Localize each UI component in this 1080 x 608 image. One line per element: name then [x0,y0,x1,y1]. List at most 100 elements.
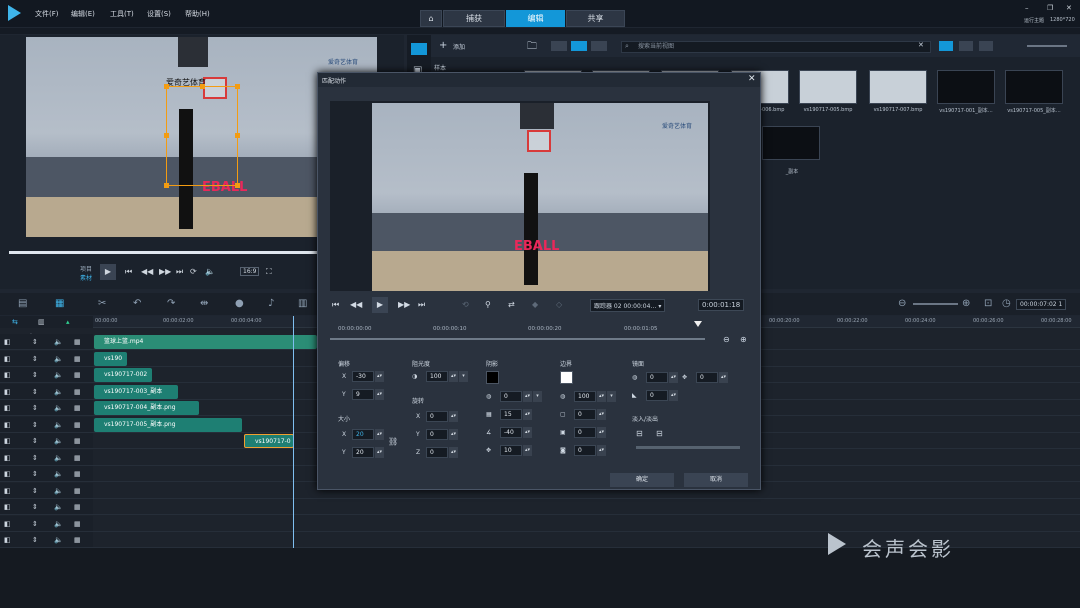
skip-start-icon[interactable]: ⏮ [125,267,132,277]
opacity-field[interactable]: 100 [426,371,448,382]
selection-box[interactable] [166,86,238,186]
timeline-clip[interactable]: vs190717-003_副本 [94,384,178,399]
shadow-color-swatch[interactable] [486,371,499,384]
shadow-field-2[interactable]: 15 [500,409,522,420]
grid-icon[interactable]: ▦ [74,503,81,511]
track-type-icon[interactable]: ◧ [4,355,11,363]
fullscreen-icon[interactable]: ⛶ [266,267,272,277]
rotation-y-field[interactable]: 0 [426,429,448,440]
dialog-close-icon[interactable]: ✕ [748,74,756,84]
link-icon[interactable]: ⇕ [32,437,38,445]
link-icon[interactable]: ⇕ [32,454,38,462]
timeline-clip[interactable]: vs190717-004_副本.png [94,401,199,415]
border-field-1[interactable]: 100 [574,391,596,402]
mute-icon[interactable]: 🔈 [54,536,63,544]
zoom-out-icon[interactable]: ⊖ [898,298,906,309]
border-color-swatch[interactable] [560,371,573,384]
link-icon[interactable]: ⇕ [32,371,38,379]
link-icon[interactable]: ⇕ [32,338,38,346]
link-icon[interactable]: ⇕ [32,487,38,495]
grid-icon[interactable]: ▦ [74,355,81,363]
play-icon[interactable]: ▶ [100,264,116,280]
library-thumbnail[interactable] [1005,70,1063,104]
resize-handle[interactable] [164,183,169,188]
resize-handle[interactable] [200,84,205,89]
timeline-clip[interactable]: vs190717-0 [244,434,294,448]
shadow-field-1[interactable]: 0 [500,391,522,402]
timeline-clip[interactable]: vs190 [94,351,127,366]
track-type-icon[interactable]: ◧ [4,520,11,528]
track-type-icon[interactable]: ◧ [4,437,11,445]
zoom-in-icon[interactable]: ⊕ [962,298,970,309]
library-thumbnail[interactable] [799,70,857,104]
audio-mixer-icon[interactable]: ♪ [268,298,274,309]
size-y-spinner[interactable]: ▴▾ [375,447,384,458]
restore-icon[interactable]: ❐ [1047,4,1053,12]
link-icon[interactable]: ⇕ [32,404,38,412]
dialog-timecode[interactable]: 0:00:01:18 [698,299,745,311]
swap-icon[interactable]: ⇄ [508,300,515,309]
library-thumbnail[interactable] [937,70,995,104]
track-object-icon[interactable]: ⚲ [485,300,491,309]
border-field-2[interactable]: 0 [574,409,596,420]
timeline-timecode[interactable]: 00:00:07:02 1 [1016,299,1067,310]
step-back-icon[interactable]: ◀◀ [350,300,362,309]
mirror-spinner-2[interactable]: ▴▾ [719,372,728,383]
grid-icon[interactable]: ▦ [74,437,81,445]
border-field-3[interactable]: 0 [574,427,596,438]
resize-handle[interactable] [235,183,240,188]
mirror-field-1[interactable]: 0 [646,372,668,383]
shadow-field-3[interactable]: -40 [500,427,522,438]
thumb-size-slider[interactable] [1027,45,1067,47]
step-back-icon[interactable]: ◀◀ [141,267,153,276]
aspect-ratio-select[interactable]: 16:9 [240,267,260,276]
mirror-spinner-3[interactable]: ▴▾ [669,390,678,401]
close-icon[interactable]: ✕ [1066,4,1072,12]
timeline-track[interactable]: ◧ ⇕ 🔈 ▦ [0,515,1080,532]
shadow-spinner-2[interactable]: ▴▾ [523,409,532,420]
track-type-icon[interactable]: ◧ [4,536,11,544]
grid-view-icon[interactable] [979,41,993,51]
timeline-clip[interactable]: vs190717-005_副本.png [94,417,242,432]
storyboard-view-icon[interactable]: ▤ [18,298,27,309]
thumbnail-view-icon[interactable] [939,41,953,51]
border-dropdown-1[interactable]: ▾ [607,391,616,402]
multi-trim-icon[interactable]: ▥ [298,298,307,309]
shadow-field-4[interactable]: 10 [500,445,522,456]
timeline-clip[interactable]: vs190717-002 [94,368,152,382]
project-mode-label[interactable]: 项目 [80,264,92,273]
dialog-timeline-track[interactable] [330,338,705,340]
resize-handle[interactable] [164,133,169,138]
track-type-icon[interactable]: ◧ [4,371,11,379]
grid-icon[interactable]: ▦ [74,536,81,544]
tools-icon[interactable]: ✂ [98,298,106,309]
grid-icon[interactable]: ▦ [74,388,81,396]
audio-filter-icon[interactable] [591,41,607,51]
grid-icon[interactable]: ▦ [74,371,81,379]
mute-icon[interactable]: 🔈 [54,371,63,379]
offset-y-spinner[interactable]: ▴▾ [375,389,384,400]
track-type-icon[interactable]: ◧ [4,454,11,462]
opacity-spinner[interactable]: ▴▾ [449,371,458,382]
mirror-field-3[interactable]: 0 [646,390,668,401]
playhead[interactable] [293,316,294,548]
play-icon[interactable]: ▶ [372,297,388,313]
mute-icon[interactable]: 🔈 [54,421,63,429]
link-icon[interactable]: ⇕ [32,520,38,528]
mute-icon[interactable]: 🔈 [54,388,63,396]
menu-tools[interactable]: 工具(T) [110,9,134,19]
tab-share[interactable]: 共享 [566,10,625,27]
mirror-spinner-1[interactable]: ▴▾ [669,372,678,383]
mute-icon[interactable]: 🔈 [54,487,63,495]
zoom-slider[interactable] [913,303,958,305]
skip-end-icon[interactable]: ⏭ [418,300,425,310]
shadow-dropdown-1[interactable]: ▾ [533,391,542,402]
track-back-icon[interactable]: ⟲ [462,300,469,309]
border-field-4[interactable]: 0 [574,445,596,456]
add-label[interactable]: 添加 [453,42,465,51]
folder-icon[interactable]: 🗀 [527,39,537,56]
tab-edit[interactable]: 编辑 [506,10,565,27]
mute-icon[interactable]: 🔈 [54,404,63,412]
rotation-x-spinner[interactable]: ▴▾ [449,411,458,422]
resize-handle[interactable] [235,133,240,138]
